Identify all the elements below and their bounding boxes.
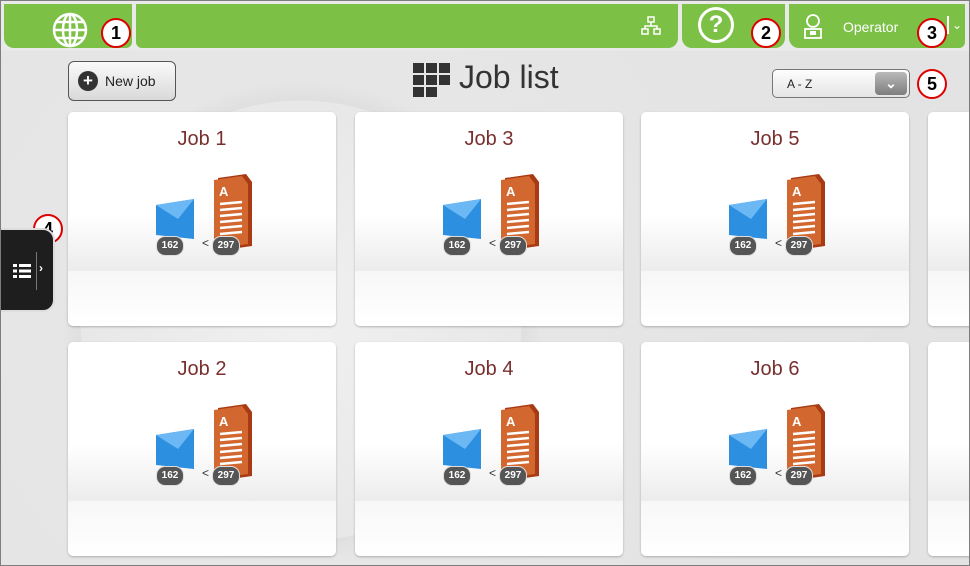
svg-text:A: A xyxy=(506,414,516,429)
user-dropdown-caret-icon[interactable]: ⌄ xyxy=(947,16,962,34)
svg-text:A: A xyxy=(219,184,229,199)
comparison-symbol: < xyxy=(489,236,497,250)
job-card[interactable]: Job 4 A 162 < 297 xyxy=(355,342,623,556)
envelope-count: 162 xyxy=(729,236,757,256)
job-name: Job 1 xyxy=(177,128,227,150)
comparison-symbol: < xyxy=(202,236,210,250)
chevron-right-icon: › xyxy=(39,261,43,275)
job-name: Job 4 xyxy=(464,358,514,380)
user-name[interactable]: Operator xyxy=(843,19,898,35)
tab-divider xyxy=(36,252,37,290)
side-panel-tab[interactable]: › xyxy=(1,228,55,312)
envelope-icon xyxy=(156,199,194,239)
comparison-symbol: < xyxy=(775,236,783,250)
envelope-icon xyxy=(443,199,481,239)
job-card[interactable]: Job 5 A 162 < 297 xyxy=(641,112,909,326)
job-card[interactable]: Job 3 A 162 < 297 xyxy=(355,112,623,326)
envelope-count: 162 xyxy=(156,236,184,256)
envelope-count: 162 xyxy=(156,466,184,486)
top-bar: ? Operator ⌄ xyxy=(1,1,969,51)
document-count: 297 xyxy=(499,466,527,486)
globe-icon[interactable] xyxy=(52,12,88,48)
envelope-icon xyxy=(443,429,481,469)
network-icon xyxy=(641,16,661,35)
envelope-count: 162 xyxy=(443,236,471,256)
svg-text:A: A xyxy=(792,184,802,199)
job-card-partial[interactable] xyxy=(928,342,969,556)
user-icon xyxy=(804,14,822,39)
job-card[interactable]: Job 6 A 162 < 297 xyxy=(641,342,909,556)
chevron-down-icon[interactable]: ⌄ xyxy=(875,72,907,95)
envelope-icon xyxy=(156,429,194,469)
job-card[interactable]: Job 1 A 162 < 297 xyxy=(68,112,336,326)
callout-3: 3 xyxy=(917,18,947,48)
page-title: Job list xyxy=(459,59,559,95)
job-name: Job 6 xyxy=(750,358,800,380)
comparison-symbol: < xyxy=(775,466,783,480)
document-count: 297 xyxy=(785,236,813,256)
envelope-icon xyxy=(729,429,767,469)
new-job-button[interactable]: + New job xyxy=(68,61,176,101)
job-card-partial[interactable] xyxy=(928,112,969,326)
job-name: Job 2 xyxy=(177,358,227,380)
document-count: 297 xyxy=(785,466,813,486)
document-count: 297 xyxy=(499,236,527,256)
sort-value: A - Z xyxy=(787,77,813,91)
envelope-count: 162 xyxy=(729,466,757,486)
grid-icon xyxy=(413,63,450,97)
sort-dropdown[interactable]: A - Z ⌄ xyxy=(772,69,910,98)
comparison-symbol: < xyxy=(202,466,210,480)
envelope-count: 162 xyxy=(443,466,471,486)
status-segment xyxy=(136,4,678,48)
job-card[interactable]: Job 2 A 162 < 297 xyxy=(68,342,336,556)
svg-text:A: A xyxy=(219,414,229,429)
plus-circle-icon: + xyxy=(78,71,98,91)
envelope-icon xyxy=(729,199,767,239)
job-name: Job 3 xyxy=(464,128,514,150)
document-count: 297 xyxy=(212,466,240,486)
comparison-symbol: < xyxy=(489,466,497,480)
new-job-label: New job xyxy=(105,73,156,89)
svg-text:A: A xyxy=(792,414,802,429)
help-icon[interactable]: ? xyxy=(698,7,734,43)
list-icon xyxy=(13,264,31,278)
callout-5: 5 xyxy=(917,69,947,99)
callout-1: 1 xyxy=(101,18,131,48)
job-list-screen: ? Operator ⌄ 1 2 3 4 5 + New job Job lis… xyxy=(0,0,970,566)
callout-2: 2 xyxy=(751,18,781,48)
job-name: Job 5 xyxy=(750,128,800,150)
document-count: 297 xyxy=(212,236,240,256)
svg-text:A: A xyxy=(506,184,516,199)
